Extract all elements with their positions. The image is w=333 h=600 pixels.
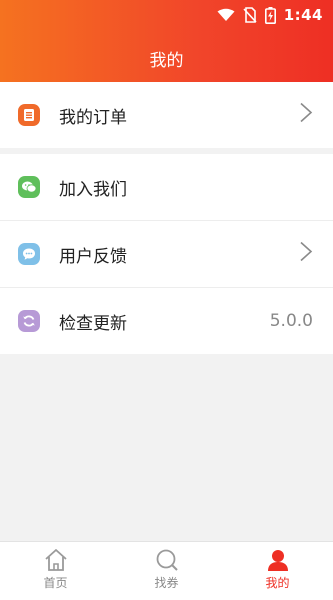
wifi-icon <box>217 8 235 21</box>
status-bar: 1:44 <box>0 0 333 32</box>
bottom-tab-bar: 首页 找券 我的 <box>0 541 333 600</box>
chevron-right-icon <box>299 102 313 129</box>
settings-card: 加入我们 用户反馈 检查更新 5.0.0 <box>0 154 333 354</box>
menu-item-join[interactable]: 加入我们 <box>0 154 333 221</box>
tab-mine[interactable]: 我的 <box>222 542 333 600</box>
version-text: 5.0.0 <box>269 311 313 331</box>
menu-item-check-update[interactable]: 检查更新 5.0.0 <box>0 288 333 354</box>
orders-card: 我的订单 <box>0 82 333 148</box>
refresh-icon <box>18 310 40 332</box>
status-time: 1:44 <box>283 6 323 24</box>
menu-item-label: 加入我们 <box>59 179 127 200</box>
wechat-icon <box>18 176 40 198</box>
tab-home[interactable]: 首页 <box>0 542 111 600</box>
menu-item-label: 我的订单 <box>59 107 127 128</box>
chevron-right-icon <box>299 241 313 268</box>
tab-label: 找券 <box>154 576 179 590</box>
home-icon <box>44 549 67 571</box>
tab-find-coupons[interactable]: 找券 <box>111 542 222 600</box>
header-bar: 1:44 我的 <box>0 0 333 82</box>
profile-icon <box>267 550 288 571</box>
order-list-icon <box>18 104 40 126</box>
page-title: 我的 <box>149 51 184 71</box>
search-icon <box>156 549 178 571</box>
menu-item-label: 检查更新 <box>59 313 127 334</box>
menu-item-feedback[interactable]: 用户反馈 <box>0 221 333 288</box>
tab-label: 我的 <box>265 576 290 590</box>
battery-charging-icon <box>264 6 276 24</box>
menu-item-label: 用户反馈 <box>59 246 127 267</box>
no-sim-icon <box>243 7 257 23</box>
tab-label: 首页 <box>43 576 68 590</box>
chat-bubble-icon <box>18 243 40 265</box>
menu-item-orders[interactable]: 我的订单 <box>0 82 333 148</box>
